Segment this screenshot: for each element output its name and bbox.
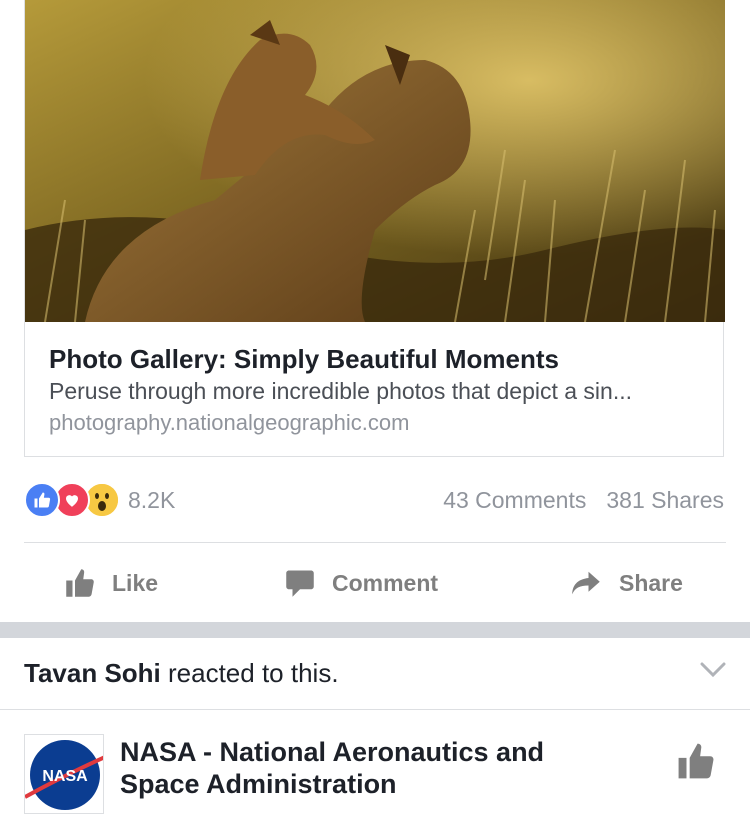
link-domain: photography.nationalgeographic.com xyxy=(49,410,410,435)
page-post-header: NASA NASA - National Aeronautics and Spa… xyxy=(0,710,750,814)
shares-count-link[interactable]: 381 Shares xyxy=(606,487,724,514)
like-reaction-icon xyxy=(24,482,60,518)
actor-name[interactable]: Tavan Sohi xyxy=(24,658,161,688)
comments-count-link[interactable]: 43 Comments xyxy=(443,487,586,514)
like-button[interactable]: Like xyxy=(64,555,158,611)
post-action-bar: Like Comment Share xyxy=(24,555,726,611)
reaction-count: 8.2K xyxy=(128,486,176,513)
page-like-button[interactable] xyxy=(676,742,716,785)
link-description: Peruse through more incredible photos th… xyxy=(49,378,633,404)
comment-bubble-icon xyxy=(286,570,314,597)
comment-label: Comment xyxy=(332,569,439,596)
page-avatar[interactable]: NASA xyxy=(24,734,104,814)
share-arrow-icon xyxy=(572,571,600,595)
page-name-link[interactable]: NASA - National Aeronautics and Space Ad… xyxy=(120,736,590,800)
story-context-header: Tavan Sohi reacted to this. xyxy=(0,640,750,710)
link-preview-card[interactable]: Photo Gallery: Simply Beautiful Moments … xyxy=(24,0,725,457)
comment-button[interactable]: Comment xyxy=(284,555,438,611)
chevron-down-icon[interactable] xyxy=(700,662,726,683)
link-title[interactable]: Photo Gallery: Simply Beautiful Moments xyxy=(49,342,699,376)
like-label: Like xyxy=(112,569,159,596)
lion-photo xyxy=(25,0,725,322)
share-label: Share xyxy=(619,569,683,596)
reactions-summary[interactable]: 8.2K xyxy=(24,482,175,518)
divider xyxy=(24,542,726,543)
link-preview-image[interactable] xyxy=(25,0,725,322)
nasa-logo-text: NASA xyxy=(42,768,88,785)
nasa-logo: NASA xyxy=(25,735,103,813)
story-separator xyxy=(0,622,750,638)
share-button[interactable]: Share xyxy=(569,555,683,611)
reaction-context-text: reacted to this. xyxy=(160,658,339,688)
post-stats: 8.2K 43 Comments 381 Shares xyxy=(24,482,724,518)
thumbs-up-icon xyxy=(678,743,714,779)
thumbs-up-icon xyxy=(66,569,94,597)
